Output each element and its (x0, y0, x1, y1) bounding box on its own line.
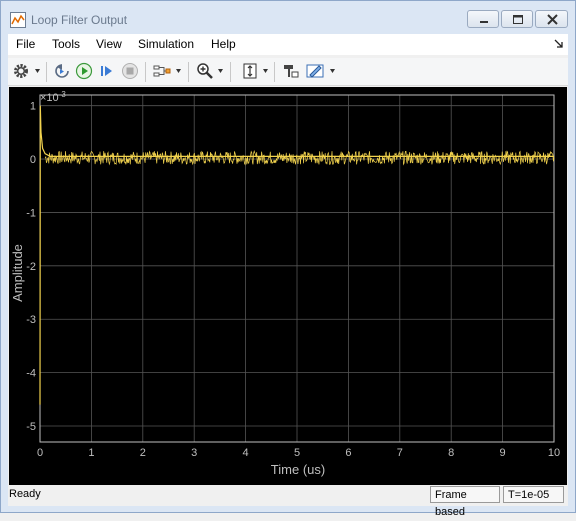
y-tick-label: -5 (26, 421, 36, 433)
scope-display[interactable]: 0 1 2 3 4 5 6 7 8 9 10 1 0 -1 -2 -3 -4 -5 ×10-3 Time (us… (9, 87, 567, 485)
sample-time-indicator: T=1e-05 (503, 486, 564, 503)
minimize-button[interactable] (467, 10, 499, 28)
status-bar: Ready Frame based T=1e-05 (8, 485, 568, 518)
maximize-icon (513, 15, 523, 24)
y-tick-label: 1 (30, 101, 36, 113)
y-tick-labels: 1 0 -1 -2 -3 -4 -5 (26, 101, 36, 433)
menu-help[interactable]: Help (211, 37, 236, 51)
x-tick-label: 3 (191, 447, 197, 459)
undock-arrow-icon[interactable] (554, 38, 564, 50)
menu-view[interactable]: View (96, 37, 122, 51)
run-icon[interactable] (75, 62, 93, 80)
scope-window: Loop Filter Output File Tools View Simul… (0, 0, 576, 518)
scope-app-icon (10, 12, 26, 28)
maximize-button[interactable] (501, 10, 533, 28)
toolbar-separator (274, 62, 275, 82)
gear-icon[interactable] (12, 62, 30, 80)
toolbar (8, 58, 568, 86)
y-axis-label: Amplitude (10, 244, 25, 302)
x-tick-label: 7 (397, 447, 403, 459)
x-tick-label: 5 (294, 447, 300, 459)
window-title: Loop Filter Output (31, 13, 128, 27)
signal-noise-band (44, 149, 555, 166)
y-tick-label: -1 (26, 207, 36, 219)
menu-bar: File Tools View Simulation Help (8, 34, 568, 55)
highlight-block-icon[interactable] (306, 62, 324, 80)
y-tick-label: 0 (30, 154, 36, 166)
toolbar-separator (145, 62, 146, 82)
close-button[interactable] (535, 10, 568, 28)
x-tick-labels: 0 1 2 3 4 5 6 7 8 9 10 (37, 447, 560, 459)
x-tick-label: 0 (37, 447, 43, 459)
grid-lines (39, 95, 555, 442)
minimize-icon (480, 21, 488, 23)
signal-select-dropdown-icon[interactable] (176, 69, 181, 73)
title-bar[interactable]: Loop Filter Output (1, 1, 575, 34)
x-tick-label: 1 (88, 447, 94, 459)
menu-simulation[interactable]: Simulation (138, 37, 194, 51)
toolbar-separator (188, 62, 189, 82)
status-ready-text: Ready (9, 488, 41, 500)
close-icon (547, 14, 558, 25)
menu-file[interactable]: File (16, 37, 35, 51)
y-tick-label: -3 (26, 314, 36, 326)
scale-axes-icon[interactable] (241, 62, 259, 80)
step-back-icon[interactable] (53, 62, 71, 80)
client-area: File Tools View Simulation Help 0 1 2 3 … (8, 34, 568, 518)
signal-select-icon[interactable] (153, 62, 171, 80)
gear-dropdown-icon[interactable] (35, 69, 40, 73)
toolbar-separator (46, 62, 47, 82)
y-tick-label: -4 (26, 368, 36, 380)
menu-tools[interactable]: Tools (52, 37, 80, 51)
x-tick-label: 10 (548, 447, 560, 459)
toolbar-separator (230, 62, 231, 82)
y-exponent-label: ×10-3 (40, 90, 66, 104)
scale-axes-dropdown-icon[interactable] (263, 69, 268, 73)
step-forward-icon[interactable] (98, 62, 116, 80)
x-tick-label: 8 (448, 447, 454, 459)
zoom-in-icon[interactable] (196, 62, 214, 80)
stop-icon[interactable] (121, 62, 139, 80)
cursor-measure-icon[interactable] (282, 62, 300, 80)
amplitude-plot[interactable]: 0 1 2 3 4 5 6 7 8 9 10 10-1-2-3-4-5 ×10-3 Time (us… (9, 87, 567, 485)
frame-mode-indicator: Frame based (430, 486, 500, 518)
x-tick-label: 4 (243, 447, 249, 459)
x-axis-label: Time (us) (271, 462, 325, 477)
y-tick-label: -2 (26, 261, 36, 273)
highlight-dropdown-icon[interactable] (330, 69, 335, 73)
x-tick-label: 9 (500, 447, 506, 459)
zoom-dropdown-icon[interactable] (218, 69, 223, 73)
x-tick-label: 6 (345, 447, 351, 459)
x-tick-label: 2 (140, 447, 146, 459)
